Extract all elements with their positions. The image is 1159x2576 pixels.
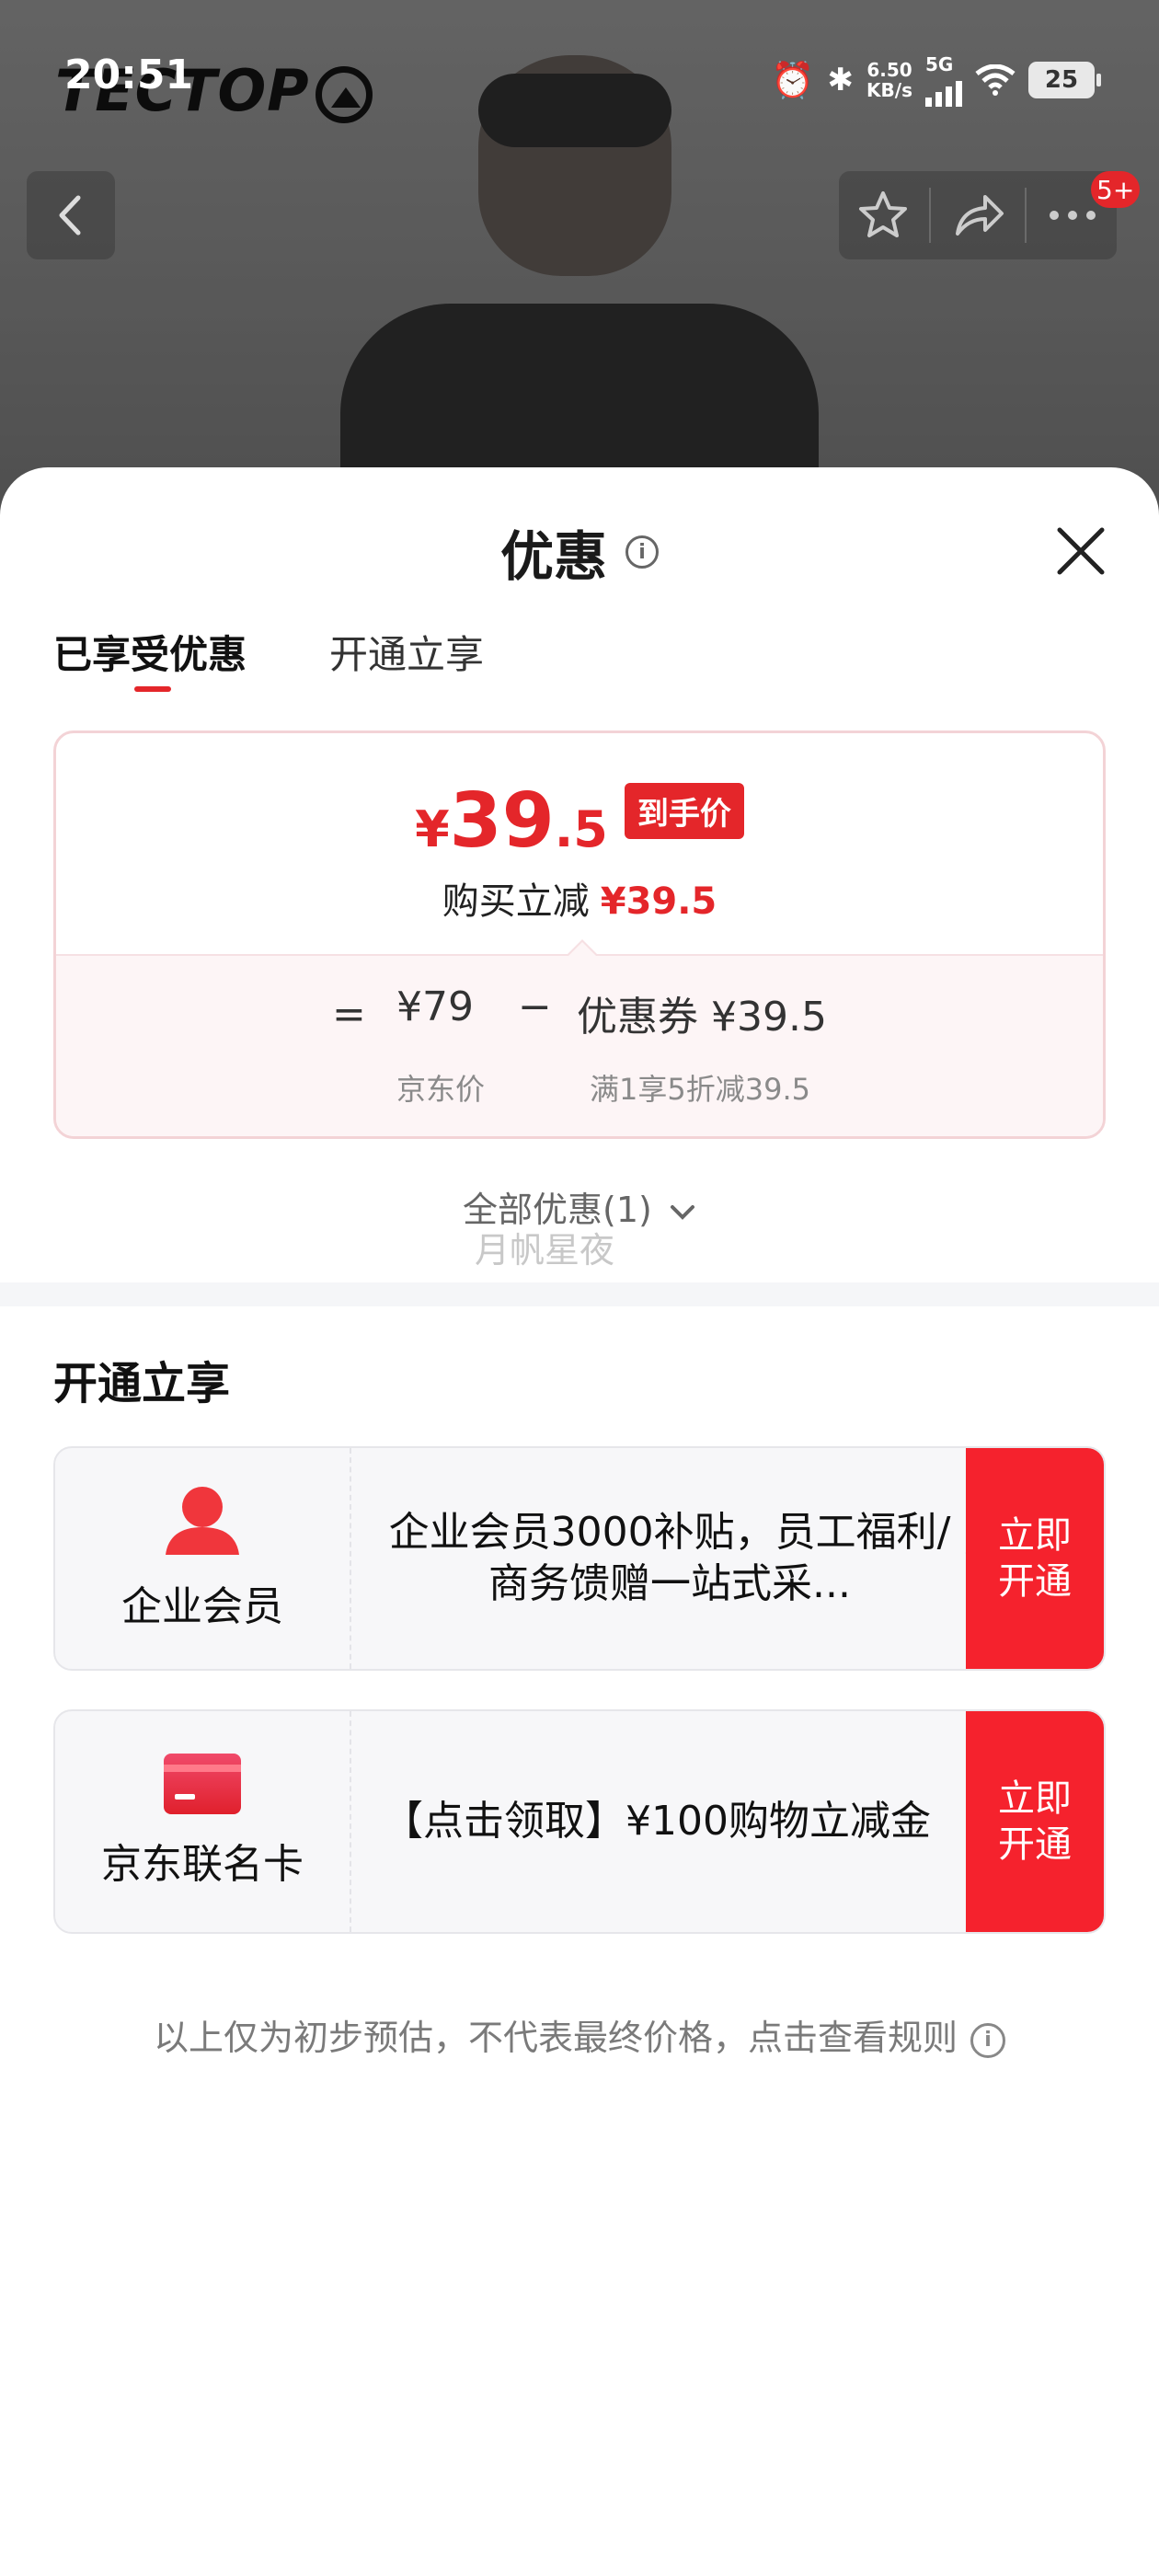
sheet-header: 优惠 i (0, 513, 1159, 591)
jd-price-note: 京东价 (396, 1072, 486, 1107)
alarm-icon: ⏰ (771, 59, 815, 100)
promo-description: 【点击领取】¥100购物立减金 (383, 1798, 931, 1845)
favorite-button[interactable] (842, 171, 924, 259)
status-icons: ⏰ ✱ 6.50 KB/s 5G 25 (771, 53, 1101, 107)
promo-description: 企业会员3000补贴，员工福利/商务馈赠一站式采... (350, 1448, 1025, 1669)
share-button[interactable] (936, 171, 1019, 259)
section-divider (0, 1282, 1159, 1306)
back-button[interactable] (27, 171, 115, 259)
rules-footnote[interactable]: 以上仅为初步预估，不代表最终价格，点击查看规则 i (0, 2009, 1159, 2060)
chevron-down-icon (670, 1204, 694, 1220)
network-type: 5G (925, 53, 954, 75)
wifi-icon (975, 63, 1016, 96)
chevron-left-icon (59, 195, 81, 236)
status-time: 20:51 (64, 52, 194, 98)
tab-bar: 已享受优惠 开通立享 (53, 624, 484, 692)
sheet-title: 优惠 (499, 525, 607, 588)
activate-button[interactable]: 立即 开通 (966, 1448, 1104, 1669)
bluetooth-icon: ✱ (827, 62, 855, 98)
price-breakdown-card: ¥39.5 到手价 购买立减 ¥39.5 = ¥79 − 优惠券 ¥39.5 京东… (53, 730, 1106, 1139)
coupon-value: 优惠券 ¥39.5 (577, 994, 827, 1041)
final-price-tag: 到手价 (624, 783, 744, 839)
tab-activate-offers[interactable]: 开通立享 (329, 624, 484, 680)
top-action-group (839, 171, 1117, 259)
info-icon[interactable]: i (970, 2022, 1005, 2058)
tab-enjoyed-offers[interactable]: 已享受优惠 (53, 624, 247, 692)
battery-icon: 25 (1028, 62, 1101, 98)
promo-name: 企业会员 (121, 1583, 283, 1630)
promo-enterprise-member[interactable]: 企业会员 企业会员3000补贴，员工福利/商务馈赠一站式采... 立即 开通 (53, 1446, 1106, 1671)
faint-watermark-text: 月帆星夜 (475, 1230, 615, 1271)
user-icon (166, 1487, 239, 1555)
more-icon (1050, 211, 1096, 220)
info-icon[interactable]: i (625, 535, 659, 569)
promo-jd-cobrand-card[interactable]: 京东联名卡 【点击领取】¥100购物立减金 立即 开通 (53, 1709, 1106, 1934)
card-icon (164, 1754, 241, 1814)
jd-price: ¥79 (396, 983, 474, 1030)
final-price: ¥39.5 (415, 777, 608, 865)
section-title: 开通立享 (53, 1358, 231, 1409)
signal-icon (925, 75, 962, 107)
notification-badge: 5+ (1091, 171, 1141, 208)
coupon-note: 满1享5折减39.5 (590, 1072, 810, 1107)
discount-sheet: 优惠 i 已享受优惠 开通立享 ¥39.5 到手价 购买立减 ¥39.5 = ¥7… (0, 467, 1159, 2576)
close-icon[interactable] (1049, 519, 1113, 583)
promo-name: 京东联名卡 (101, 1841, 304, 1888)
activate-button[interactable]: 立即 开通 (966, 1711, 1104, 1932)
discount-summary: 购买立减 ¥39.5 (442, 880, 717, 923)
net-speed: 6.50 KB/s (866, 59, 912, 101)
star-icon (858, 191, 907, 237)
share-icon (955, 195, 1004, 236)
